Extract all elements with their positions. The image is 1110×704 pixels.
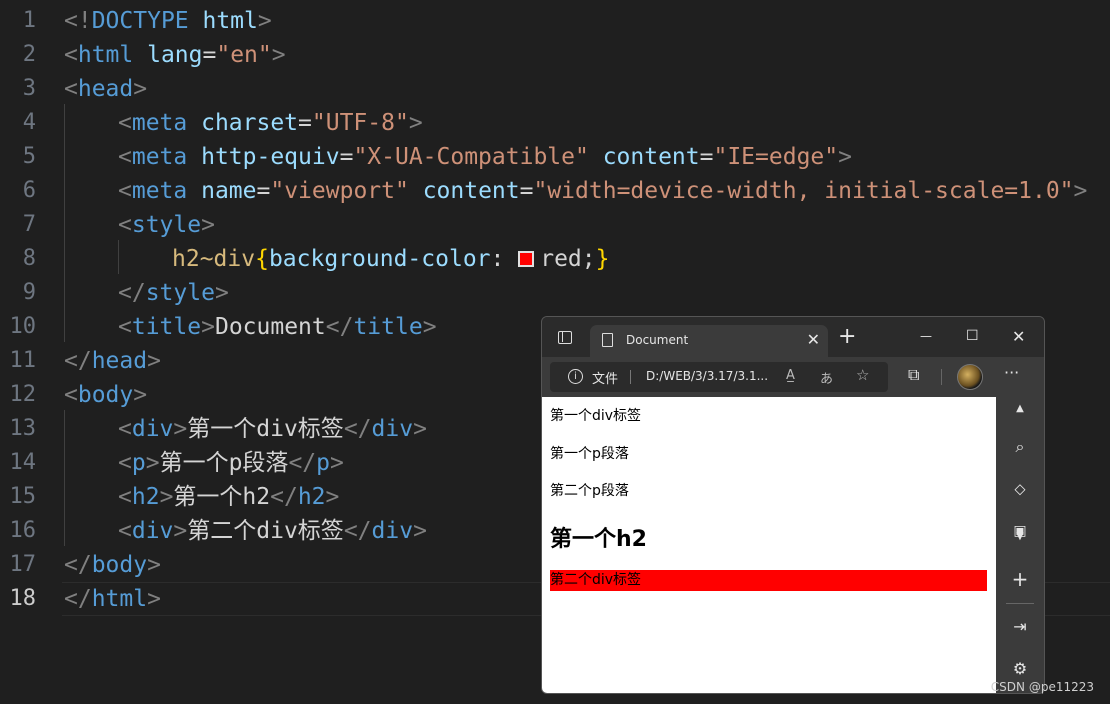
code-line[interactable]: 8 h2~div{background-color: red;}: [0, 242, 1110, 276]
info-icon[interactable]: i: [568, 369, 583, 384]
code-text[interactable]: h2~div{background-color: red;}: [172, 245, 609, 273]
address-bar[interactable]: i 文件 D:/WEB/3/3.17/3.1... A̲ あ ☆: [550, 362, 888, 392]
extensions-icon[interactable]: ⧉: [908, 365, 919, 385]
scroll-down-icon[interactable]: ▼: [996, 531, 1044, 542]
code-text[interactable]: </style>: [118, 279, 229, 307]
tab-title: Document: [626, 333, 689, 347]
line-number: 7: [22, 212, 36, 237]
line-number: 8: [22, 246, 36, 271]
code-line[interactable]: 1 <!DOCTYPE html>: [0, 4, 1110, 38]
line-number: 6: [22, 178, 36, 203]
add-icon[interactable]: +: [996, 567, 1044, 591]
line-number: 9: [22, 280, 36, 305]
code-text[interactable]: <!DOCTYPE html>: [64, 7, 272, 35]
page-paragraph-second: 第二个p段落: [550, 483, 629, 499]
address-url[interactable]: D:/WEB/3/3.17/3.1...: [646, 369, 768, 383]
tag-icon[interactable]: ⬦: [996, 479, 1044, 499]
code-text[interactable]: <head>: [64, 75, 147, 103]
code-text[interactable]: <body>: [64, 381, 147, 409]
translate-icon[interactable]: あ: [820, 368, 833, 387]
line-number: 5: [22, 144, 36, 169]
scroll-up-icon[interactable]: ▲: [996, 403, 1044, 414]
code-text[interactable]: </body>: [64, 551, 161, 579]
watermark: CSDN @pe11223: [990, 680, 1094, 694]
line-number: 4: [22, 110, 36, 135]
page-paragraph-first: 第一个p段落: [550, 446, 629, 462]
browser-window[interactable]: Document ✕ + — ☐ ✕ i 文件 D:/WEB/3/3.17/3.…: [541, 316, 1045, 694]
address-divider: [630, 370, 631, 384]
browser-tab[interactable]: Document ✕: [590, 325, 828, 357]
code-text[interactable]: <div>第一个div标签</div>: [118, 415, 427, 443]
line-number: 14: [9, 450, 37, 475]
code-text[interactable]: <title>Document</title>: [118, 313, 437, 341]
favorite-icon[interactable]: ☆: [856, 366, 869, 384]
code-line[interactable]: 9 </style>: [0, 276, 1110, 310]
code-line[interactable]: 2 <html lang="en">: [0, 38, 1110, 72]
code-line[interactable]: 7 <style>: [0, 208, 1110, 242]
line-number: 18: [9, 586, 37, 611]
code-text[interactable]: <style>: [118, 211, 215, 239]
code-line[interactable]: 4 <meta charset="UTF-8">: [0, 106, 1110, 140]
line-number: 15: [9, 484, 37, 509]
settings-icon[interactable]: ⚙: [996, 659, 1044, 678]
maximize-button[interactable]: ☐: [966, 328, 979, 344]
tab-bar: Document ✕ + — ☐ ✕: [542, 317, 1044, 357]
code-line[interactable]: 3 <head>: [0, 72, 1110, 106]
toolbar: i 文件 D:/WEB/3/3.17/3.1... A̲ あ ☆ ⧉ ···: [542, 357, 1044, 397]
line-number: 17: [9, 552, 37, 577]
close-window-button[interactable]: ✕: [1012, 327, 1025, 346]
code-line[interactable]: 5 <meta http-equiv="X-UA-Compatible" con…: [0, 140, 1110, 174]
more-menu-icon[interactable]: ···: [1004, 363, 1019, 382]
read-aloud-icon[interactable]: A̲: [786, 368, 795, 383]
page-viewport[interactable]: 第一个div标签 第一个p段落 第二个p段落 第一个h2 第二个div标签: [542, 397, 996, 693]
close-tab-icon[interactable]: ✕: [807, 330, 820, 349]
profile-avatar[interactable]: [957, 364, 983, 390]
code-text[interactable]: <html lang="en">: [64, 41, 286, 69]
line-number: 1: [22, 8, 36, 33]
document-icon: [602, 333, 613, 347]
code-text[interactable]: <h2>第一个h2</h2>: [118, 483, 339, 511]
page-div-second: 第二个div标签: [550, 570, 987, 591]
code-line[interactable]: 6 <meta name="viewport" content="width=d…: [0, 174, 1110, 208]
page-div-first: 第一个div标签: [550, 408, 642, 424]
tab-actions-icon[interactable]: [558, 331, 572, 344]
line-number: 12: [9, 382, 37, 407]
code-text[interactable]: <meta name="viewport" content="width=dev…: [118, 177, 1087, 205]
code-text[interactable]: <meta charset="UTF-8">: [118, 109, 423, 137]
color-swatch[interactable]: [518, 251, 535, 267]
line-number: 3: [22, 76, 36, 101]
code-text[interactable]: <div>第二个div标签</div>: [118, 517, 427, 545]
code-text[interactable]: </html>: [64, 585, 161, 613]
line-number: 2: [22, 42, 36, 67]
line-number: 11: [9, 348, 37, 373]
new-tab-button[interactable]: +: [838, 325, 856, 349]
sidebar-panel-icon[interactable]: ⇥: [996, 617, 1044, 636]
line-number: 10: [9, 314, 37, 339]
code-text[interactable]: <p>第一个p段落</p>: [118, 449, 344, 477]
toolbar-divider: [941, 369, 942, 385]
sidebar-divider: [1006, 603, 1034, 604]
code-text[interactable]: </head>: [64, 347, 161, 375]
edge-sidebar: ▲ ⌕ ⬦ ▣ ▼ + ⇥ ⚙: [996, 397, 1044, 693]
minimize-button[interactable]: —: [920, 329, 932, 343]
line-number: 13: [9, 416, 37, 441]
code-text[interactable]: <meta http-equiv="X-UA-Compatible" conte…: [118, 143, 852, 171]
line-number: 16: [9, 518, 37, 543]
page-heading-h2: 第一个h2: [550, 527, 647, 552]
address-scheme-label: 文件: [592, 372, 619, 387]
search-icon[interactable]: ⌕: [996, 437, 1044, 457]
